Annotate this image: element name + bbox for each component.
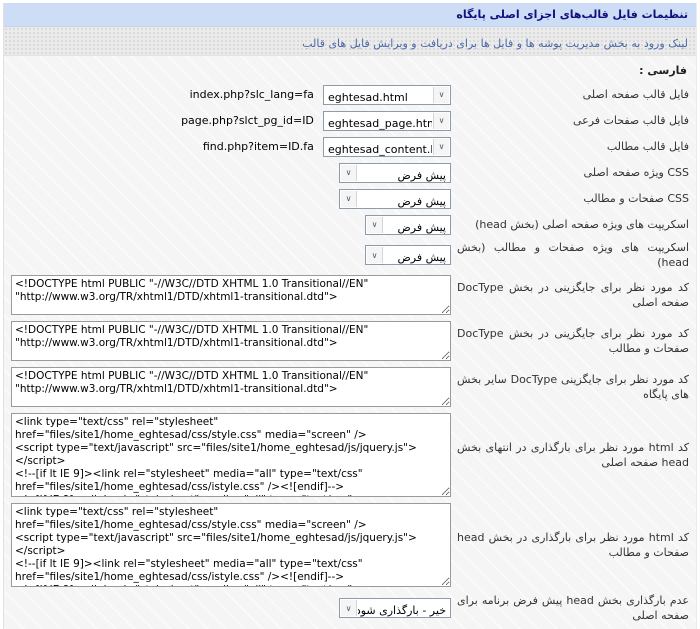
scripts-home-select-box: پیش فرض∨ [365,215,451,235]
param-hint: find.php?item=ID.fa [203,140,314,153]
scripts-home-select[interactable]: پیش فرض [366,218,450,236]
field-label: کد html مورد نظر برای بارگذاری در بخش he… [451,530,689,560]
field-label: فایل قالب صفحه اصلی [451,87,689,102]
field-label: اسکریپت های ویژه صفحه اصلی (بخش head) [451,217,689,232]
field-label: فایل قالب مطالب [451,139,689,154]
file-manager-link[interactable]: لینک ورود به بخش مدیریت پوشه ها و فایل ه… [302,37,688,50]
field-label: کد html مورد نظر برای بارگذاری در انتهای… [451,440,689,470]
linkbar: لینک ورود به بخش مدیریت پوشه ها و فایل ه… [4,27,696,56]
template-home-select[interactable]: eghtesad.html [324,88,450,106]
template-home-select-box: eghtesad.html∨ [323,85,451,105]
doctype-home-textarea[interactable]: <!DOCTYPE html PUBLIC "-//W3C//DTD XHTML… [11,275,451,315]
settings-form: فایل قالب صفحه اصلی index.php?slc_lang=f… [4,84,696,629]
field-label: CSS ویژه صفحه اصلی [451,165,689,180]
param-hint: page.php?slct_pg_id=ID [181,114,314,127]
row-doctype-other: کد مورد نظر برای جایگزینی DocType سایر ب… [11,367,689,407]
field: <!DOCTYPE html PUBLIC "-//W3C//DTD XHTML… [11,367,451,407]
doctype-other-textarea[interactable]: <!DOCTYPE html PUBLIC "-//W3C//DTD XHTML… [11,367,451,407]
head-home-textarea[interactable]: <link type="text/css" rel="stylesheet" h… [11,413,451,497]
skip-head-home-select-box: خیر - بارگذاری شود∨ [339,598,451,618]
field-label: عدم بارگذاری بخش head پیش فرض برنامه برا… [451,593,689,623]
scripts-pages-select-box: پیش فرض∨ [365,245,451,265]
field: پیش فرض∨ [11,245,451,266]
row-skip-head-home: عدم بارگذاری بخش head پیش فرض برنامه برا… [11,593,689,623]
template-content-select[interactable]: eghtesad_content.html [324,140,450,158]
css-home-select[interactable]: پیش فرض [340,166,450,184]
row-head-home: کد html مورد نظر برای بارگذاری در انتهای… [11,413,689,497]
field: پیش فرض∨ [11,214,451,235]
field-label: کد مورد نظر برای جایگزینی در بخش DocType… [451,326,689,356]
field: <link type="text/css" rel="stylesheet" h… [11,503,451,587]
row-doctype-home: کد مورد نظر برای جایگزینی در بخش DocType… [11,275,689,315]
param-hint: index.php?slc_lang=fa [190,88,314,101]
field: <link type="text/css" rel="stylesheet" h… [11,413,451,497]
page-title: تنظیمات فایل قالب‌های اجزای اصلی پایگاه [4,3,696,27]
language-section-label: فارسی : [4,56,696,84]
row-head-pages: کد html مورد نظر برای بارگذاری در بخش he… [11,503,689,587]
row-css-pages: CSS صفحات و مطالب پیش فرض∨ [11,188,689,209]
field: پیش فرض∨ [11,162,451,183]
field: پیش فرض∨ [11,188,451,209]
field-label: کد مورد نظر برای جایگزینی در بخش DocType… [451,280,689,310]
field-label: CSS صفحات و مطالب [451,191,689,206]
css-pages-select[interactable]: پیش فرض [340,192,450,210]
row-scripts-home: اسکریپت های ویژه صفحه اصلی (بخش head) پی… [11,214,689,235]
row-template-home: فایل قالب صفحه اصلی index.php?slc_lang=f… [11,84,689,105]
field-label: فایل قالب صفحات فرعی [451,113,689,128]
skip-head-home-select[interactable]: خیر - بارگذاری شود [340,602,450,620]
doctype-pages-textarea[interactable]: <!DOCTYPE html PUBLIC "-//W3C//DTD XHTML… [11,321,451,361]
row-css-home: CSS ویژه صفحه اصلی پیش فرض∨ [11,162,689,183]
template-content-select-box: eghtesad_content.html∨ [323,137,451,157]
template-settings-page: تنظیمات فایل قالب‌های اجزای اصلی پایگاه … [3,3,697,629]
css-home-select-box: پیش فرض∨ [339,163,451,183]
scripts-pages-select[interactable]: پیش فرض [366,249,450,267]
field: page.php?slct_pg_id=ID eghtesad_page.htm… [11,110,451,131]
css-pages-select-box: پیش فرض∨ [339,189,451,209]
template-pages-select[interactable]: eghtesad_page.html [324,114,450,132]
field-label: کد مورد نظر برای جایگزینی DocType سایر ب… [451,372,689,402]
field: <!DOCTYPE html PUBLIC "-//W3C//DTD XHTML… [11,275,451,315]
field: <!DOCTYPE html PUBLIC "-//W3C//DTD XHTML… [11,321,451,361]
row-template-content: فایل قالب مطالب find.php?item=ID.fa eght… [11,136,689,157]
row-scripts-pages: اسکریپت های ویژه صفحات و مطالب (بخش head… [11,240,689,270]
template-pages-select-box: eghtesad_page.html∨ [323,111,451,131]
field: find.php?item=ID.fa eghtesad_content.htm… [11,136,451,157]
row-doctype-pages: کد مورد نظر برای جایگزینی در بخش DocType… [11,321,689,361]
field-label: اسکریپت های ویژه صفحات و مطالب (بخش head… [451,240,689,270]
row-template-pages: فایل قالب صفحات فرعی page.php?slct_pg_id… [11,110,689,131]
field: خیر - بارگذاری شود∨ [11,598,451,619]
head-pages-textarea[interactable]: <link type="text/css" rel="stylesheet" h… [11,503,451,587]
field: index.php?slc_lang=fa eghtesad.html∨ [11,84,451,105]
